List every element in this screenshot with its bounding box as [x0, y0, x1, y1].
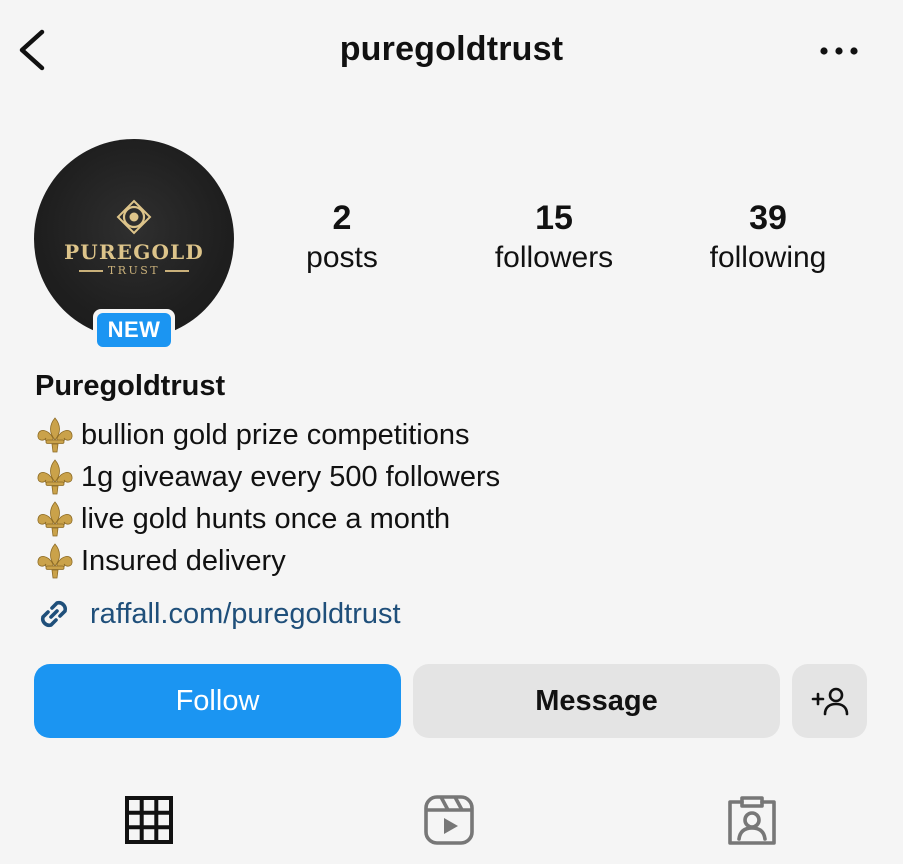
new-badge: NEW — [93, 309, 175, 351]
message-button[interactable]: Message — [413, 664, 780, 738]
followers-label: followers — [494, 241, 614, 274]
tagged-icon[interactable] — [726, 794, 778, 846]
posts-label: posts — [306, 241, 378, 274]
new-badge-label: NEW — [97, 313, 171, 347]
suggested-users-button[interactable] — [792, 664, 867, 738]
bio-text: 1g giveaway every 500 followers — [81, 460, 501, 493]
posts-count: 2 — [332, 199, 352, 237]
stat-posts[interactable]: 2 posts — [280, 198, 404, 278]
add-user-icon — [811, 687, 848, 716]
bio-text: live gold hunts once a month — [81, 502, 451, 535]
logo-subtitle: TRUST — [34, 264, 234, 277]
bio-line: bullion gold prize competitions — [35, 414, 500, 456]
bio-line: Insured delivery — [35, 540, 500, 582]
following-label: following — [709, 241, 827, 274]
bio-line: live gold hunts once a month — [35, 498, 500, 540]
more-horizontal-icon[interactable] — [816, 40, 862, 62]
logo-wordmark: PUREGOLD — [64, 240, 204, 264]
follow-button[interactable]: Follow — [34, 664, 401, 738]
stat-followers[interactable]: 15 followers — [472, 198, 636, 278]
bio-text: bullion gold prize competitions — [81, 418, 470, 451]
link-text[interactable]: raffall.com/puregoldtrust — [90, 598, 401, 631]
stat-following[interactable]: 39 following — [690, 198, 846, 278]
fleur-de-lis-icon — [37, 543, 73, 579]
profile-username: puregoldtrust — [339, 30, 564, 68]
link-icon — [40, 600, 68, 628]
display-name: Puregoldtrust — [35, 370, 226, 402]
bio-line: 1g giveaway every 500 followers — [35, 456, 500, 498]
profile-link[interactable]: raffall.com/puregoldtrust — [34, 594, 401, 634]
profile-page: puregoldtrust PUREGOLD TRUST NEW 2 posts… — [0, 0, 903, 864]
fleur-de-lis-icon — [37, 459, 73, 495]
fleur-de-lis-icon — [37, 417, 73, 453]
bio-text: Insured delivery — [81, 544, 286, 577]
bio: bullion gold prize competitions 1g givea… — [35, 414, 500, 582]
grid-icon[interactable] — [123, 794, 175, 846]
followers-count: 15 — [535, 199, 573, 237]
following-count: 39 — [749, 199, 787, 237]
reels-icon[interactable] — [423, 794, 475, 846]
logo-emblem-icon — [116, 199, 152, 235]
fleur-de-lis-icon — [37, 501, 73, 537]
